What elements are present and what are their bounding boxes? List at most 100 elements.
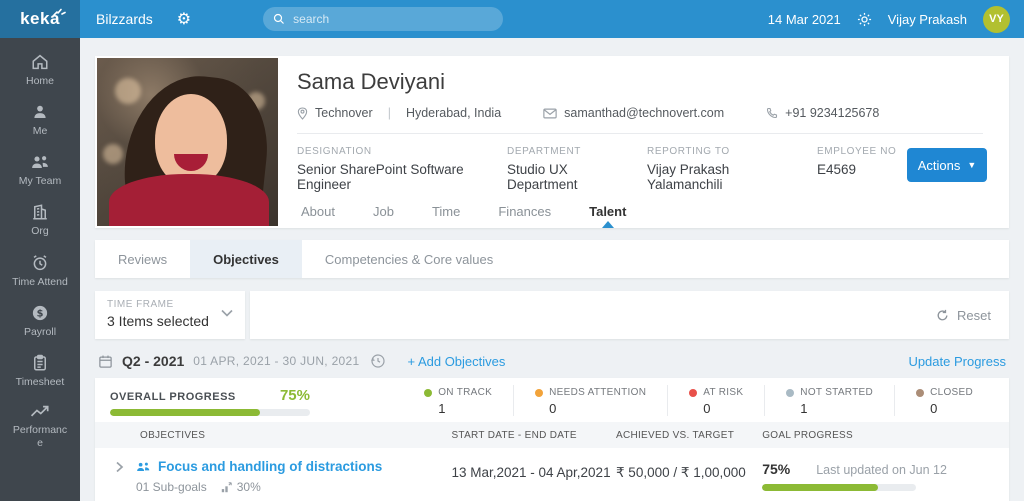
- objectives-table-header: OBJECTIVES START DATE - END DATE ACHIEVE…: [95, 422, 1009, 448]
- add-objectives-button[interactable]: + Add Objectives: [407, 354, 505, 369]
- brightness-icon[interactable]: [857, 12, 872, 27]
- sidebar-item-performance[interactable]: Performance: [8, 404, 72, 450]
- objective-main: Focus and handling of distractions 01 Su…: [136, 459, 382, 494]
- topbar-right: 14 Mar 2021 Vijay Prakash VY: [767, 5, 1024, 33]
- chevron-down-icon: ▼: [967, 160, 977, 170]
- profile-divider: [297, 133, 983, 134]
- overall-progress-bar: [110, 408, 310, 416]
- history-icon[interactable]: [370, 353, 386, 369]
- svg-text:$: $: [37, 308, 44, 319]
- profile-fields-row: DESIGNATION Senior SharePoint Software E…: [297, 146, 1009, 192]
- goal-progress-cell: 75% Last updated on Jun 12: [762, 459, 1009, 494]
- calendar-icon: [99, 355, 112, 368]
- profile-tabs: About Job Time Finances Talent: [282, 194, 645, 228]
- tab-about[interactable]: About: [282, 194, 354, 228]
- objectives-card: OVERALL PROGRESS 75% ON TRACK 1 NEEDS AT…: [95, 378, 1009, 501]
- not-started-dot: [786, 388, 795, 397]
- objective-subline: 01 Sub-goals 30%: [136, 480, 382, 494]
- user-name[interactable]: Vijay Prakash: [888, 12, 967, 27]
- sidebar-item-org[interactable]: Org: [8, 203, 72, 238]
- settings-gear-icon[interactable]: ⚙: [177, 9, 191, 29]
- current-date: 14 Mar 2021: [767, 11, 841, 27]
- tab-job[interactable]: Job: [354, 194, 413, 228]
- overall-progress-percent: 75%: [279, 386, 310, 404]
- user-avatar[interactable]: VY: [983, 5, 1010, 33]
- department-field: DEPARTMENT Studio UX Department: [507, 146, 581, 192]
- sidebar-item-timesheet[interactable]: Timesheet: [8, 354, 72, 389]
- sidebar-item-payroll[interactable]: $ Payroll: [8, 304, 72, 339]
- time-frame-select[interactable]: TIME FRAME 3 Items selected: [95, 291, 245, 339]
- employee-phone: +91 9234125678: [766, 106, 879, 120]
- sidebar-item-time-attend[interactable]: Time Attend: [8, 254, 72, 289]
- update-progress-button[interactable]: Update Progress: [908, 354, 1006, 369]
- talent-subtabs: Reviews Objectives Competencies & Core v…: [95, 240, 1009, 278]
- goal-progress-percent: 75%: [762, 461, 791, 477]
- goal-progress-bar: [762, 484, 917, 491]
- employee-profile-card: Sama Deviyani Technover | Hyderabad, Ind…: [95, 56, 1009, 228]
- reporting-to-field: REPORTING TO Vijay Prakash Yalamanchili: [647, 146, 730, 192]
- stat-closed: CLOSED 0: [894, 384, 994, 416]
- search-icon: [274, 13, 285, 24]
- employee-name: Sama Deviyani: [297, 69, 445, 94]
- progress-summary-row: OVERALL PROGRESS 75% ON TRACK 1 NEEDS AT…: [95, 378, 1009, 422]
- stat-not-started: NOT STARTED 1: [764, 384, 894, 416]
- designation-field: DESIGNATION Senior SharePoint Software E…: [297, 146, 464, 192]
- sidebar-item-my-team[interactable]: My Team: [8, 153, 72, 188]
- dollar-icon: $: [32, 305, 48, 320]
- building-icon: [33, 204, 47, 220]
- logo-spark-icon: [53, 8, 66, 16]
- subtab-objectives[interactable]: Objectives: [190, 240, 302, 278]
- tab-finances[interactable]: Finances: [479, 194, 570, 228]
- phone-icon: [767, 107, 778, 119]
- quarter-range: 01 APR, 2021 - 30 JUN, 2021: [193, 354, 360, 368]
- clipboard-icon: [34, 354, 46, 371]
- quarter-title: Q2 - 2021: [122, 353, 185, 369]
- refresh-icon: [937, 309, 948, 320]
- trend-icon: [30, 405, 49, 417]
- main-content: Sama Deviyani Technover | Hyderabad, Ind…: [80, 38, 1024, 501]
- employee-no-field: EMPLOYEE NO E4569: [817, 146, 897, 177]
- overall-progress: OVERALL PROGRESS 75%: [110, 385, 310, 416]
- subtab-competencies[interactable]: Competencies & Core values: [302, 240, 516, 278]
- keka-logo[interactable]: keka: [0, 0, 80, 38]
- sidebar-item-home[interactable]: Home: [8, 53, 72, 88]
- search-bar[interactable]: [263, 7, 504, 31]
- profile-details: Sama Deviyani Technover | Hyderabad, Ind…: [280, 56, 1009, 228]
- objective-title[interactable]: Focus and handling of distractions: [158, 459, 382, 474]
- team-icon: [32, 156, 48, 169]
- filter-bar: TIME FRAME 3 Items selected Reset: [95, 291, 1009, 339]
- search-input[interactable]: [293, 12, 494, 26]
- stat-on-track: ON TRACK 1: [403, 385, 513, 416]
- status-stats: ON TRACK 1 NEEDS ATTENTION 0 AT RISK 0 N…: [403, 384, 994, 416]
- subtab-reviews[interactable]: Reviews: [95, 240, 190, 278]
- objective-achieved-target: ₹ 50,000 / ₹ 1,00,000: [615, 465, 746, 480]
- actions-button[interactable]: Actions ▼: [907, 148, 987, 182]
- reset-button[interactable]: Reset: [936, 308, 991, 323]
- subgoals-count: 01 Sub-goals: [136, 480, 207, 494]
- sidebar-item-me[interactable]: Me: [8, 103, 72, 138]
- filter-panel: Reset: [250, 291, 1009, 339]
- expand-chevron-icon[interactable]: [115, 461, 124, 473]
- at-risk-dot: [689, 388, 698, 397]
- closed-dot: [916, 388, 925, 397]
- alarm-clock-icon: [33, 254, 47, 270]
- objective-team-icon: [137, 462, 150, 471]
- user-icon: [34, 105, 46, 119]
- stat-needs-attention: NEEDS ATTENTION 0: [513, 384, 667, 416]
- org-name[interactable]: Bilzzards: [96, 11, 153, 27]
- period-row: Q2 - 2021 01 APR, 2021 - 30 JUN, 2021 + …: [95, 353, 1009, 369]
- tab-time[interactable]: Time: [413, 194, 479, 228]
- chevron-down-icon: [221, 309, 233, 317]
- company-location: Technover | Hyderabad, India: [297, 106, 501, 120]
- objective-row: Focus and handling of distractions 01 Su…: [95, 448, 1009, 494]
- sidebar-nav: Home Me My Team Org Time Attend $ Payrol…: [0, 38, 80, 501]
- objective-dates: 13 Mar,2021 - 04 Apr,2021: [451, 465, 611, 480]
- employee-info-row: Technover | Hyderabad, India samanthad@t…: [297, 106, 1009, 120]
- email-icon: [543, 108, 557, 118]
- employee-email: samanthad@technovert.com: [543, 106, 724, 120]
- profile-photo: [97, 58, 278, 226]
- tab-talent[interactable]: Talent: [570, 194, 645, 228]
- goal-last-updated: Last updated on Jun 12: [816, 463, 947, 477]
- weight-levels-icon: [221, 481, 232, 492]
- objective-cell: Focus and handling of distractions 01 Su…: [95, 459, 451, 494]
